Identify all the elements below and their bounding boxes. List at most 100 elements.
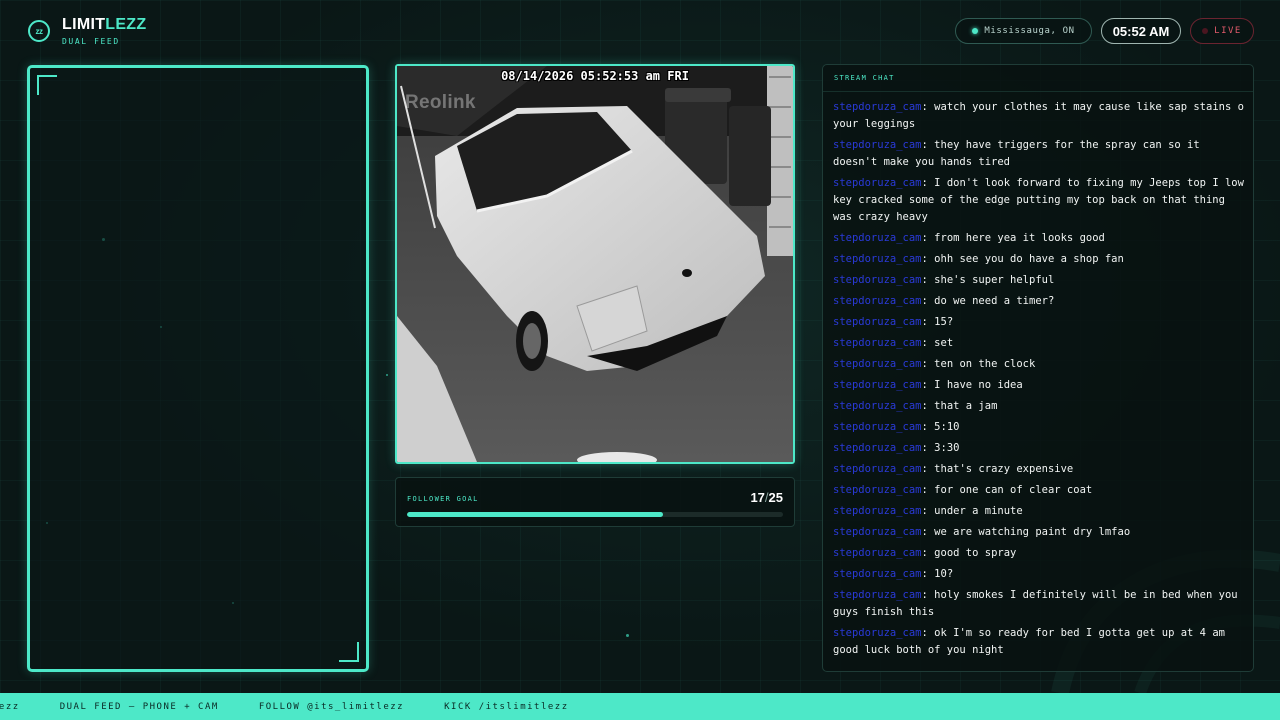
location-pill: Mississauga, ON (955, 18, 1092, 44)
chat-message: stepdoruza_cam: that's crazy expensive (833, 461, 1245, 478)
chat-message: stepdoruza_cam: ok I'm so ready for bed … (833, 625, 1245, 659)
chat-username[interactable]: stepdoruza_cam (833, 442, 922, 454)
chat-message-list[interactable]: stepdoruza_cam: watch your clothes it ma… (833, 99, 1245, 663)
chat-colon: : (921, 316, 935, 328)
chat-message: stepdoruza_cam: she's super helpful (833, 272, 1245, 289)
chat-username[interactable]: stepdoruza_cam (833, 400, 922, 412)
chat-username[interactable]: stepdoruza_cam (833, 526, 922, 538)
chat-message: stepdoruza_cam: set (833, 335, 1245, 352)
chat-message: stepdoruza_cam: from here yea it looks g… (833, 230, 1245, 247)
chat-username[interactable]: stepdoruza_cam (833, 139, 922, 151)
chat-message: stepdoruza_cam: I have no idea (833, 377, 1245, 394)
chat-colon: : (921, 627, 935, 639)
live-dot-icon (1202, 28, 1209, 34)
chat-text: under a minute (934, 505, 1023, 517)
chat-message: stepdoruza_cam: that a jam (833, 398, 1245, 415)
chat-colon: : (921, 295, 935, 307)
chat-text: 15? (934, 316, 954, 328)
chat-message: stepdoruza_cam: good to spray (833, 545, 1245, 562)
chat-username[interactable]: stepdoruza_cam (833, 627, 922, 639)
ticker-item: DUAL FEED — PHONE + CAM (59, 701, 219, 712)
chat-colon: : (921, 568, 935, 580)
brand-logo-icon: zz (28, 20, 50, 42)
chat-colon: : (921, 139, 935, 151)
chat-message: stepdoruza_cam: 15? (833, 314, 1245, 331)
chat-username[interactable]: stepdoruza_cam (833, 177, 922, 189)
chat-username[interactable]: stepdoruza_cam (833, 589, 922, 601)
chat-text: 10? (934, 568, 954, 580)
follower-goal-progress-fill (407, 512, 663, 517)
phone-feed-frame (27, 65, 369, 672)
chat-colon: : (921, 547, 935, 559)
chat-text: for one can of clear coat (934, 484, 1093, 496)
chat-username[interactable]: stepdoruza_cam (833, 274, 922, 286)
chat-text: I have no idea (934, 379, 1023, 391)
chat-message: stepdoruza_cam: 10? (833, 566, 1245, 583)
chat-username[interactable]: stepdoruza_cam (833, 101, 922, 113)
ticker-item: KICK /itslimitlezz (444, 701, 569, 712)
chat-colon: : (921, 484, 935, 496)
follower-goal-label: FOLLOWER GOAL (407, 495, 479, 503)
chat-colon: : (921, 505, 935, 517)
chat-colon: : (921, 101, 935, 113)
chat-message: stepdoruza_cam: for one can of clear coa… (833, 482, 1245, 499)
clock-text: 05:52 AM (1112, 23, 1170, 39)
chat-colon: : (921, 526, 935, 538)
chat-colon: : (921, 253, 935, 265)
frame-corner-bottom-right (339, 642, 359, 662)
ticker-item: lezz (0, 701, 20, 712)
chat-colon: : (921, 379, 935, 391)
chat-text: that a jam (934, 400, 998, 412)
follower-goal-target: 25 (768, 490, 783, 505)
chat-colon: : (921, 589, 935, 601)
chat-username[interactable]: stepdoruza_cam (833, 337, 922, 349)
chat-colon: : (921, 358, 935, 370)
location-text: Mississauga, ON (984, 26, 1075, 36)
chat-message: stepdoruza_cam: I don't look forward to … (833, 175, 1245, 226)
chat-colon: : (921, 400, 935, 412)
chat-username[interactable]: stepdoruza_cam (833, 358, 922, 370)
brand-text: LIMITLEZZ DUAL FEED (62, 16, 146, 46)
camera-image (397, 66, 793, 462)
chat-username[interactable]: stepdoruza_cam (833, 253, 922, 265)
particle-decoration (626, 634, 629, 637)
chat-username[interactable]: stepdoruza_cam (833, 421, 922, 433)
chat-username[interactable]: stepdoruza_cam (833, 463, 922, 475)
frame-corner-top-left (37, 75, 57, 95)
chat-text: from here yea it looks good (934, 232, 1105, 244)
ticker-item: FOLLOW @its_limitlezz (258, 701, 405, 712)
chat-username[interactable]: stepdoruza_cam (833, 232, 922, 244)
chat-colon: : (921, 177, 935, 189)
chat-message: stepdoruza_cam: 5:10 (833, 419, 1245, 436)
chat-username[interactable]: stepdoruza_cam (833, 379, 922, 391)
follower-goal-current: 17 (750, 490, 765, 505)
chat-message: stepdoruza_cam: watch your clothes it ma… (833, 99, 1245, 133)
chat-text: 3:30 (934, 442, 960, 454)
follower-goal-count: 17/25 (750, 490, 783, 505)
chat-text: set (934, 337, 954, 349)
chat-username[interactable]: stepdoruza_cam (833, 316, 922, 328)
chat-username[interactable]: stepdoruza_cam (833, 295, 922, 307)
location-dot-icon (972, 28, 979, 34)
brand-title-accent: LEZZ (105, 16, 147, 33)
chat-username[interactable]: stepdoruza_cam (833, 568, 922, 580)
chat-colon: : (921, 337, 935, 349)
chat-username[interactable]: stepdoruza_cam (833, 547, 922, 559)
chat-username[interactable]: stepdoruza_cam (833, 505, 922, 517)
chat-text: do we need a timer? (934, 295, 1055, 307)
chat-text: that's crazy expensive (934, 463, 1074, 475)
chat-colon: : (921, 274, 935, 286)
stream-chat-panel: STREAM CHAT stepdoruza_cam: watch your c… (822, 64, 1254, 672)
chat-title: STREAM CHAT (834, 74, 895, 82)
chat-username[interactable]: stepdoruza_cam (833, 484, 922, 496)
chat-message: stepdoruza_cam: we are watching paint dr… (833, 524, 1245, 541)
brand: zz LIMITLEZZ DUAL FEED (28, 16, 146, 46)
chat-message: stepdoruza_cam: under a minute (833, 503, 1245, 520)
brand-title-main: LIMIT (62, 16, 106, 33)
brand-title: LIMITLEZZ (62, 16, 146, 34)
live-text: LIVE (1214, 26, 1242, 36)
camera-timestamp: 08/14/2026 05:52:53 am FRI (501, 69, 689, 83)
chat-divider (823, 91, 1253, 92)
chat-message: stepdoruza_cam: holy smokes I definitely… (833, 587, 1245, 621)
chat-text: 5:10 (934, 421, 960, 433)
